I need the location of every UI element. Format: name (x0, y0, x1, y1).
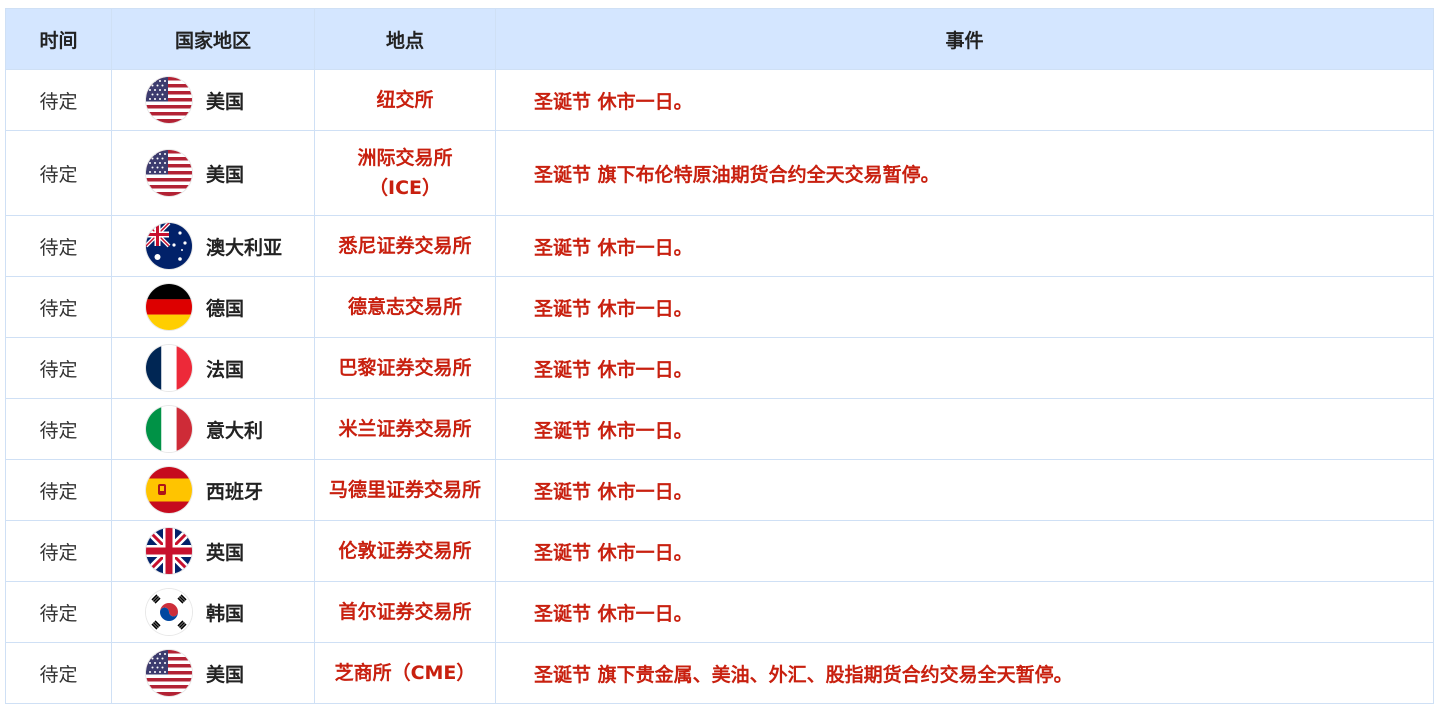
table-row: 待定 法国 巴黎证券交易所 圣诞节 休市一日。 (5, 337, 1434, 399)
header-event: 事件 (495, 8, 1434, 70)
country-name: 美国 (206, 90, 245, 113)
cell-country: 美国 (111, 69, 315, 131)
table-body: 待定 美国 纽交所 圣诞节 休市一日。 待定 美国 洲际交易所（ICE） 圣诞节 旗下布伦特原… (5, 69, 1434, 704)
fr-flag-icon (146, 345, 192, 391)
country-wrapper: 法国 (112, 345, 314, 391)
cell-time: 待定 (5, 642, 112, 704)
cell-place: 纽交所 (314, 69, 496, 131)
country-name: 韩国 (206, 602, 245, 625)
country-wrapper: 澳大利亚 (112, 223, 314, 269)
cell-place: 芝商所（CME） (314, 642, 496, 704)
cell-event: 圣诞节 旗下贵金属、美油、外汇、股指期货合约交易全天暂停。 (495, 642, 1434, 704)
cell-event: 圣诞节 休市一日。 (495, 337, 1434, 399)
cell-time: 待定 (5, 130, 112, 216)
cell-country: 德国 (111, 276, 315, 338)
table-row: 待定 美国 芝商所（CME） 圣诞节 旗下贵金属、美油、外汇、股指期货合约交易全天暂停… (5, 642, 1434, 704)
holiday-table: 时间 国家地区 地点 事件 待定 美国 纽交所 圣诞节 休市一日。 待定 美国 洲际交易所（… (5, 8, 1434, 704)
es-flag-icon (146, 467, 192, 513)
country-name: 美国 (206, 663, 245, 686)
cell-time: 待定 (5, 215, 112, 277)
cell-time: 待定 (5, 69, 112, 131)
table-row: 待定 西班牙 马德里证券交易所 圣诞节 休市一日。 (5, 459, 1434, 521)
table-row: 待定 澳大利亚 悉尼证券交易所 圣诞节 休市一日。 (5, 215, 1434, 277)
us-flag-icon (146, 77, 192, 123)
cell-place: 伦敦证券交易所 (314, 520, 496, 582)
country-name: 德国 (206, 297, 245, 320)
cell-event: 圣诞节 休市一日。 (495, 215, 1434, 277)
cell-place: 巴黎证券交易所 (314, 337, 496, 399)
cell-event: 圣诞节 旗下布伦特原油期货合约全天交易暂停。 (495, 130, 1434, 216)
country-wrapper: 美国 (112, 650, 314, 696)
us-flag-icon (146, 150, 192, 196)
cell-time: 待定 (5, 276, 112, 338)
cell-place: 德意志交易所 (314, 276, 496, 338)
gb-flag-icon (146, 528, 192, 574)
table-row: 待定 美国 纽交所 圣诞节 休市一日。 (5, 69, 1434, 131)
kr-flag-icon (146, 589, 192, 635)
us-flag-icon (146, 650, 192, 696)
country-name: 意大利 (206, 419, 264, 442)
country-wrapper: 美国 (112, 150, 314, 196)
cell-country: 澳大利亚 (111, 215, 315, 277)
cell-event: 圣诞节 休市一日。 (495, 581, 1434, 643)
cell-country: 意大利 (111, 398, 315, 460)
table-row: 待定 美国 洲际交易所（ICE） 圣诞节 旗下布伦特原油期货合约全天交易暂停。 (5, 130, 1434, 216)
country-wrapper: 韩国 (112, 589, 314, 635)
cell-event: 圣诞节 休市一日。 (495, 398, 1434, 460)
cell-time: 待定 (5, 459, 112, 521)
country-wrapper: 英国 (112, 528, 314, 574)
table-row: 待定 英国 伦敦证券交易所 圣诞节 休市一日。 (5, 520, 1434, 582)
cell-place: 首尔证券交易所 (314, 581, 496, 643)
cell-time: 待定 (5, 337, 112, 399)
au-flag-icon (146, 223, 192, 269)
country-wrapper: 西班牙 (112, 467, 314, 513)
header-place: 地点 (314, 8, 496, 70)
table-header-row: 时间 国家地区 地点 事件 (5, 8, 1434, 70)
cell-country: 英国 (111, 520, 315, 582)
country-name: 澳大利亚 (206, 236, 283, 259)
cell-country: 韩国 (111, 581, 315, 643)
cell-time: 待定 (5, 581, 112, 643)
cell-place: 米兰证券交易所 (314, 398, 496, 460)
table-row: 待定 德国 德意志交易所 圣诞节 休市一日。 (5, 276, 1434, 338)
cell-place: 悉尼证券交易所 (314, 215, 496, 277)
holiday-table-container: 时间 国家地区 地点 事件 待定 美国 纽交所 圣诞节 休市一日。 待定 美国 洲际交易所（… (5, 8, 1434, 704)
de-flag-icon (146, 284, 192, 330)
country-name: 英国 (206, 541, 245, 564)
cell-country: 法国 (111, 337, 315, 399)
country-wrapper: 意大利 (112, 406, 314, 452)
country-wrapper: 德国 (112, 284, 314, 330)
cell-event: 圣诞节 休市一日。 (495, 520, 1434, 582)
header-country: 国家地区 (111, 8, 315, 70)
cell-country: 美国 (111, 642, 315, 704)
cell-country: 西班牙 (111, 459, 315, 521)
table-row: 待定 韩国 首尔证券交易所 圣诞节 休市一日。 (5, 581, 1434, 643)
cell-time: 待定 (5, 520, 112, 582)
it-flag-icon (146, 406, 192, 452)
country-wrapper: 美国 (112, 77, 314, 123)
table-row: 待定 意大利 米兰证券交易所 圣诞节 休市一日。 (5, 398, 1434, 460)
cell-place: 洲际交易所（ICE） (314, 130, 496, 216)
cell-time: 待定 (5, 398, 112, 460)
cell-event: 圣诞节 休市一日。 (495, 69, 1434, 131)
header-time: 时间 (5, 8, 112, 70)
country-name: 美国 (206, 163, 245, 186)
country-name: 法国 (206, 358, 245, 381)
cell-event: 圣诞节 休市一日。 (495, 459, 1434, 521)
cell-event: 圣诞节 休市一日。 (495, 276, 1434, 338)
cell-place: 马德里证券交易所 (314, 459, 496, 521)
country-name: 西班牙 (206, 480, 264, 503)
cell-country: 美国 (111, 130, 315, 216)
